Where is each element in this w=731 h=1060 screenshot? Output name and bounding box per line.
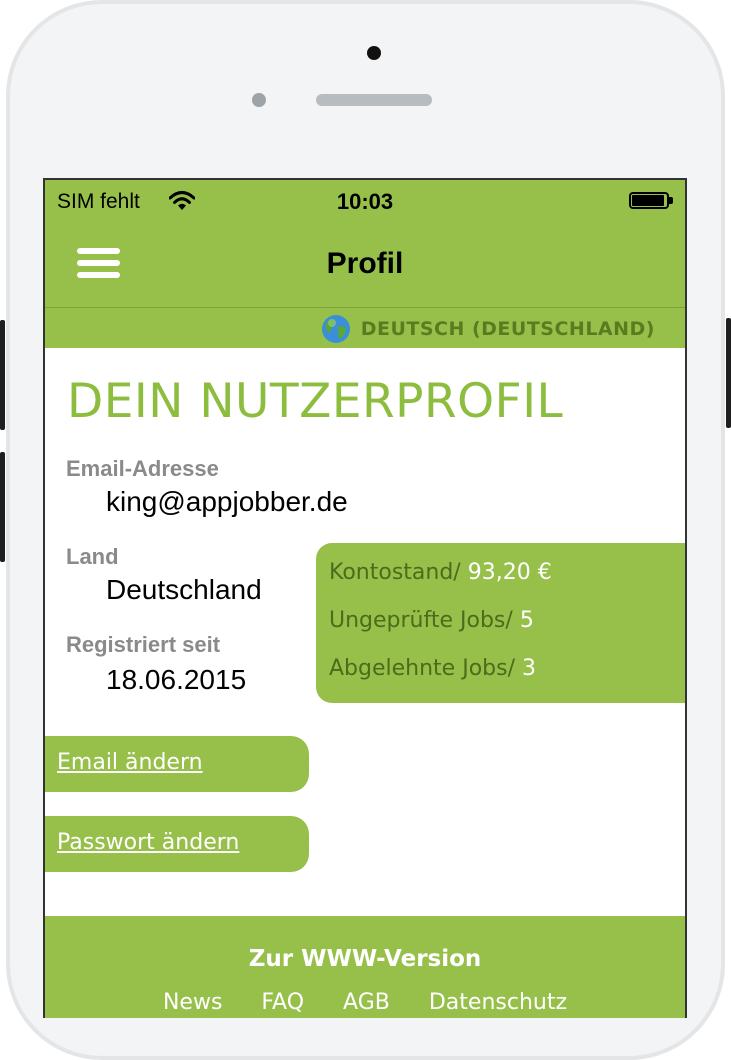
app-screen: SIM fehlt 10:03 Profil DEUTSCH (DEUTSCHL…: [43, 178, 687, 1018]
rejected-jobs-row: Abgelehnte Jobs/ 3: [329, 656, 536, 681]
unchecked-jobs-value: 5: [519, 608, 534, 633]
rejected-jobs-label: Abgelehnte Jobs/: [329, 656, 515, 681]
top-bar: SIM fehlt 10:03 Profil: [45, 180, 685, 310]
power-button: [726, 318, 731, 428]
language-label: DEUTSCH (DEUTSCHLAND): [360, 318, 655, 340]
hamburger-menu-icon[interactable]: [77, 246, 121, 280]
rejected-jobs-value: 3: [522, 656, 536, 681]
footer: Zur WWW-Version News FAQ AGB Datenschutz: [45, 916, 685, 1018]
status-bar: SIM fehlt 10:03: [45, 180, 685, 224]
registered-value: 18.06.2015: [106, 664, 247, 695]
balance-row: Kontostand/ 93,20 €: [329, 560, 552, 585]
profile-heading: DEIN NUTZERPROFIL: [67, 374, 564, 429]
unchecked-jobs-row: Ungeprüfte Jobs/ 5: [329, 608, 534, 633]
country-value: Deutschland: [106, 574, 262, 605]
www-version-link[interactable]: Zur WWW-Version: [45, 946, 685, 972]
email-value: king@appjobber.de: [106, 486, 348, 517]
balance-label: Kontostand/: [329, 560, 461, 585]
battery-icon: [629, 192, 675, 211]
language-selector[interactable]: DEUTSCH (DEUTSCHLAND): [321, 314, 655, 344]
volume-button: [0, 320, 5, 430]
change-password-label[interactable]: Passwort ändern: [57, 830, 239, 855]
change-password-button[interactable]: Passwort ändern: [45, 816, 309, 872]
page-title: Profil: [326, 247, 404, 280]
divider: [45, 307, 685, 308]
email-label: Email-Adresse: [66, 456, 219, 481]
unchecked-jobs-label: Ungeprüfte Jobs/: [329, 608, 513, 633]
registered-label: Registriert seit: [66, 632, 221, 657]
navigation-bar: Profil: [45, 224, 685, 308]
account-stats-panel: Kontostand/ 93,20 € Ungeprüfte Jobs/ 5 A…: [316, 543, 685, 703]
footer-link-datenschutz[interactable]: Datenschutz: [429, 990, 567, 1015]
footer-link-news[interactable]: News: [163, 990, 222, 1015]
footer-link-agb[interactable]: AGB: [343, 990, 390, 1015]
earpiece-speaker: [316, 94, 432, 106]
globe-icon: [321, 315, 350, 343]
change-email-button[interactable]: Email ändern: [45, 736, 309, 792]
proximity-sensor: [252, 93, 266, 107]
change-email-label[interactable]: Email ändern: [57, 750, 203, 775]
country-label: Land: [66, 544, 119, 569]
footer-link-faq[interactable]: FAQ: [261, 990, 304, 1015]
language-bar: DEUTSCH (DEUTSCHLAND): [45, 310, 685, 348]
status-time: 10:03: [336, 189, 394, 214]
volume-button: [0, 452, 5, 562]
front-camera: [367, 46, 381, 60]
footer-links: News FAQ AGB Datenschutz: [45, 990, 685, 1015]
balance-value: 93,20 €: [467, 560, 552, 585]
